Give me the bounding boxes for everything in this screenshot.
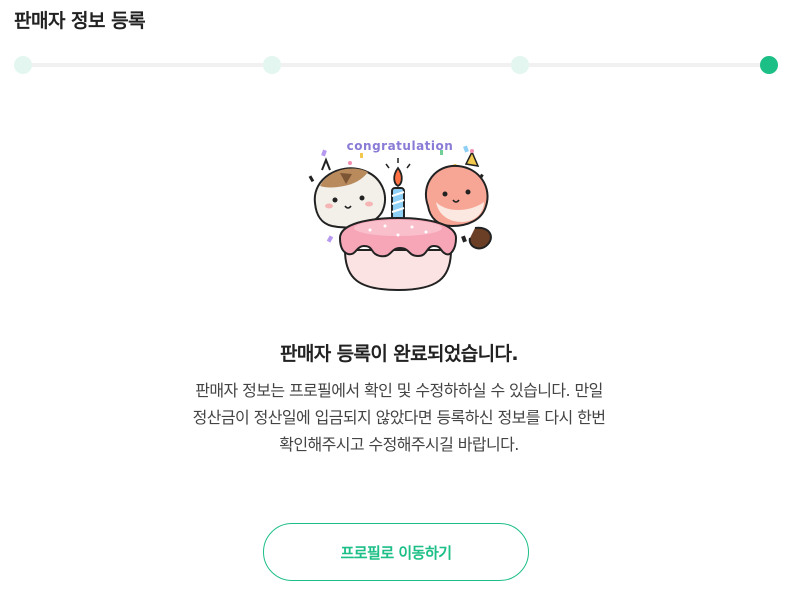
page-title: 판매자 정보 등록 bbox=[14, 10, 146, 32]
seller-registration-complete-page: 판매자 정보 등록 congratulation 판매자 등록이 완료되었습니다… bbox=[0, 0, 798, 591]
left-hamster-icon bbox=[313, 157, 387, 229]
step-2-dot bbox=[263, 56, 281, 74]
step-4-dot-active bbox=[760, 56, 778, 74]
congratulation-banner-text: congratulation bbox=[347, 139, 454, 153]
description-line: 확인해주시고 수정해주시길 바랍니다. bbox=[279, 435, 519, 454]
step-3-dot bbox=[511, 56, 529, 74]
description-line: 판매자 정보는 프로필에서 확인 및 수정하하실 수 있습니다. 만일 bbox=[195, 381, 603, 400]
completion-description: 판매자 정보는 프로필에서 확인 및 수정하하실 수 있습니다. 만일 정산금이… bbox=[0, 377, 798, 458]
cake-icon bbox=[338, 216, 458, 292]
progress-stepper bbox=[0, 55, 798, 75]
step-1-dot bbox=[14, 56, 32, 74]
description-line: 정산금이 정산일에 입금되지 않았다면 등록하신 정보를 다시 한번 bbox=[192, 408, 606, 427]
completion-title: 판매자 등록이 완료되었습니다. bbox=[279, 343, 519, 365]
stepper-track bbox=[22, 63, 768, 67]
celebration-illustration: congratulation bbox=[308, 139, 492, 292]
candle-icon bbox=[385, 158, 411, 223]
go-to-profile-button[interactable]: 프로필로 이동하기 bbox=[263, 523, 529, 581]
